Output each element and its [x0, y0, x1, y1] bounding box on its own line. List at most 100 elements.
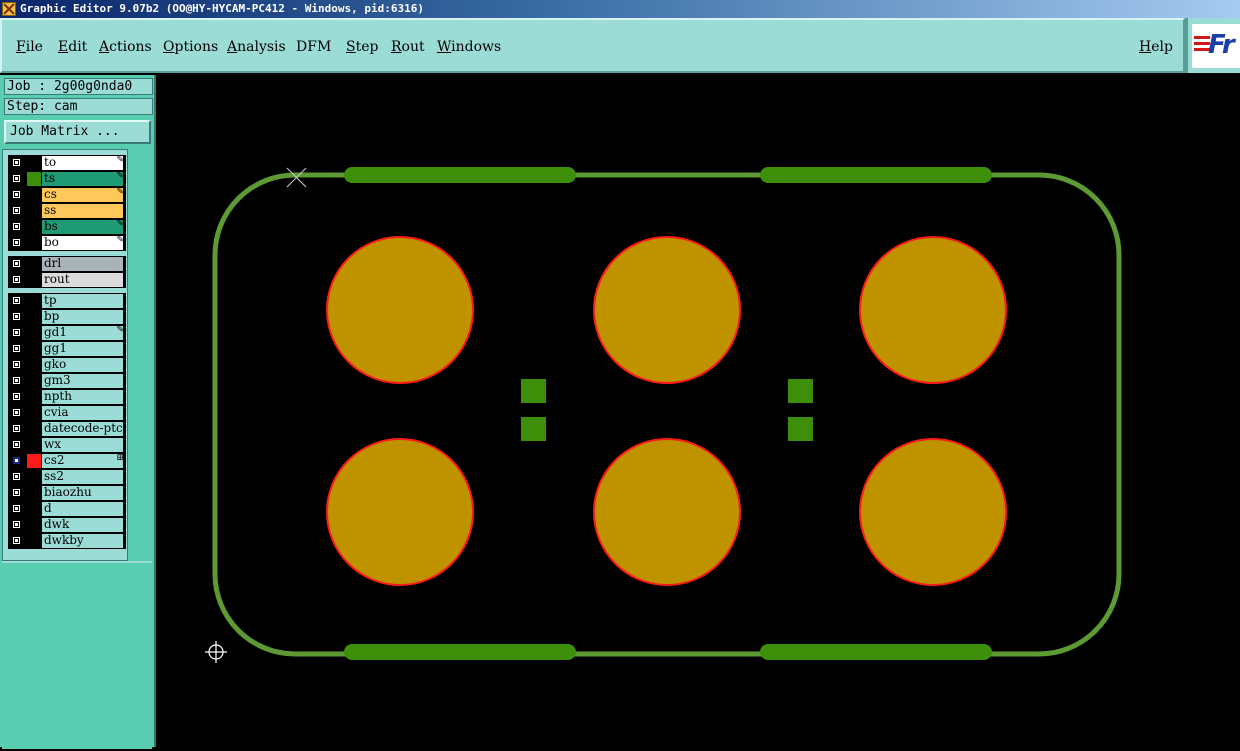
menu-step[interactable]: Step [346, 39, 378, 55]
layer-row-bp[interactable]: bp [8, 309, 126, 325]
layer-row-d[interactable]: d [8, 501, 126, 517]
layer-name[interactable]: cs2 [42, 454, 123, 468]
layer-checkbox[interactable] [12, 238, 21, 247]
layer-row-gd1[interactable]: gd1 ✎ [8, 325, 126, 341]
layer-checkbox[interactable] [12, 536, 21, 545]
layer-name[interactable]: dwk [42, 518, 123, 532]
layer-row-cs[interactable]: cs ✎ [8, 187, 126, 203]
layer-name[interactable]: cvia [42, 406, 123, 420]
menu-actions[interactable]: Actions [99, 39, 152, 55]
layer-color-swatch[interactable] [27, 438, 41, 452]
layer-row-wx[interactable]: wx [8, 437, 126, 453]
layer-row-rout[interactable]: rout [8, 272, 126, 288]
layer-checkbox[interactable] [12, 190, 21, 199]
layer-checkbox[interactable] [12, 296, 21, 305]
layer-name[interactable]: ts [42, 172, 123, 186]
layer-name[interactable]: wx [42, 438, 123, 452]
layer-checkbox[interactable] [12, 488, 21, 497]
layer-checkbox[interactable] [12, 520, 21, 529]
layer-name[interactable]: gg1 [42, 342, 123, 356]
layer-color-swatch[interactable] [27, 310, 41, 324]
layer-name[interactable]: bs [42, 220, 123, 234]
layer-checkbox[interactable] [12, 344, 21, 353]
layer-color-swatch[interactable] [27, 273, 41, 287]
menu-edit[interactable]: Edit [58, 39, 87, 55]
layer-checkbox[interactable] [12, 206, 21, 215]
layer-checkbox[interactable] [12, 376, 21, 385]
layer-checkbox[interactable] [12, 472, 21, 481]
layer-row-cs2[interactable]: cs2 ⊞ [8, 453, 126, 469]
layer-color-swatch[interactable] [27, 518, 41, 532]
board-drawing[interactable] [156, 75, 1240, 747]
layer-name[interactable]: to [42, 156, 123, 170]
layer-color-swatch[interactable] [27, 454, 41, 468]
layer-name[interactable]: ss [42, 204, 123, 218]
layer-color-swatch[interactable] [27, 358, 41, 372]
menu-help[interactable]: Help [1139, 39, 1173, 55]
layer-row-ss2[interactable]: ss2 [8, 469, 126, 485]
layer-color-swatch[interactable] [27, 470, 41, 484]
layer-color-swatch[interactable] [27, 326, 41, 340]
layer-checkbox[interactable] [12, 456, 21, 465]
layer-row-datecode-ptc[interactable]: datecode-ptc [8, 421, 126, 437]
menu-options[interactable]: Options [163, 39, 218, 55]
layer-checkbox[interactable] [12, 174, 21, 183]
layer-row-gg1[interactable]: gg1 [8, 341, 126, 357]
layer-checkbox[interactable] [12, 259, 21, 268]
layer-color-swatch[interactable] [27, 204, 41, 218]
layer-checkbox[interactable] [12, 360, 21, 369]
app-icon[interactable] [2, 2, 16, 16]
layer-name[interactable]: gd1 [42, 326, 123, 340]
layer-name[interactable]: dwkby [42, 534, 123, 548]
layer-color-swatch[interactable] [27, 534, 41, 548]
menu-dfm[interactable]: DFM [296, 39, 331, 55]
job-matrix-button[interactable]: Job Matrix ... [4, 120, 151, 144]
layer-color-swatch[interactable] [27, 486, 41, 500]
layer-color-swatch[interactable] [27, 422, 41, 436]
layer-row-tp[interactable]: tp [8, 293, 126, 309]
layer-name[interactable]: rout [42, 273, 123, 287]
layer-row-ss[interactable]: ss [8, 203, 126, 219]
layer-color-swatch[interactable] [27, 294, 41, 308]
layer-color-swatch[interactable] [27, 188, 41, 202]
layer-checkbox[interactable] [12, 408, 21, 417]
layer-name[interactable]: cs [42, 188, 123, 202]
layer-row-to[interactable]: to ✎ [8, 155, 126, 171]
layer-checkbox[interactable] [12, 440, 21, 449]
layer-color-swatch[interactable] [27, 502, 41, 516]
menu-windows[interactable]: Windows [437, 39, 501, 55]
layer-color-swatch[interactable] [27, 390, 41, 404]
layer-color-swatch[interactable] [27, 342, 41, 356]
menu-rout[interactable]: Rout [391, 39, 425, 55]
graphic-canvas[interactable] [156, 75, 1240, 747]
layer-row-biaozhu[interactable]: biaozhu [8, 485, 126, 501]
layer-checkbox[interactable] [12, 275, 21, 284]
layer-color-swatch[interactable] [27, 156, 41, 170]
layer-row-npth[interactable]: npth [8, 389, 126, 405]
layer-name[interactable]: bo [42, 236, 123, 250]
layer-name[interactable]: drl [42, 257, 123, 271]
layer-name[interactable]: ss2 [42, 470, 123, 484]
layer-row-ts[interactable]: ts ✎ [8, 171, 126, 187]
layer-name[interactable]: gko [42, 358, 123, 372]
menu-analysis[interactable]: Analysis [227, 39, 286, 55]
layer-name[interactable]: biaozhu [42, 486, 123, 500]
layer-checkbox[interactable] [12, 328, 21, 337]
layer-color-swatch[interactable] [27, 236, 41, 250]
layer-row-drl[interactable]: drl [8, 256, 126, 272]
layer-row-bo[interactable]: bo ✎ [8, 235, 126, 251]
layer-checkbox[interactable] [12, 504, 21, 513]
layer-checkbox[interactable] [12, 158, 21, 167]
menu-file[interactable]: File [16, 39, 43, 55]
layer-row-dwkby[interactable]: dwkby [8, 533, 126, 549]
layer-list-scrollbar[interactable] [130, 149, 152, 561]
layer-color-swatch[interactable] [27, 374, 41, 388]
layer-color-swatch[interactable] [27, 172, 41, 186]
layer-row-dwk[interactable]: dwk [8, 517, 126, 533]
layer-row-cvia[interactable]: cvia [8, 405, 126, 421]
layer-row-gm3[interactable]: gm3 [8, 373, 126, 389]
layer-checkbox[interactable] [12, 424, 21, 433]
layer-color-swatch[interactable] [27, 406, 41, 420]
layer-name[interactable]: npth [42, 390, 123, 404]
layer-color-swatch[interactable] [27, 220, 41, 234]
